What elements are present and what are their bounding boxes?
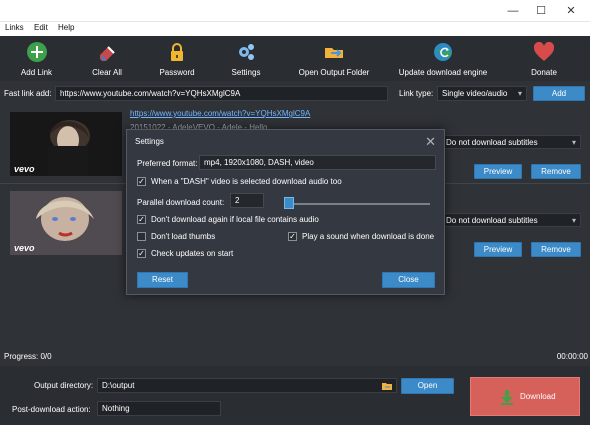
add-link-label: Add Link xyxy=(20,68,53,77)
link-type-select[interactable]: Single video/audio ▾ xyxy=(437,86,527,101)
vevo-logo-text: vevo xyxy=(14,164,35,174)
subtitle-select[interactable]: Do not download subtitles ▾ xyxy=(441,213,581,227)
chevron-down-icon: ▾ xyxy=(571,216,576,225)
maximize-button[interactable]: ☐ xyxy=(533,3,549,19)
eraser-icon xyxy=(100,46,115,62)
preferred-format-field[interactable]: mp4, 1920x1080, DASH, video xyxy=(199,155,436,170)
post-download-action-value: Nothing xyxy=(102,404,130,413)
add-link-button[interactable]: Add Link xyxy=(14,36,59,81)
parallel-download-label: Parallel download count: xyxy=(137,198,225,207)
menu-bar: Links Edit Help xyxy=(0,22,590,36)
download-label: Download xyxy=(520,392,556,401)
fast-link-bar: Fast link add: https://www.youtube.com/w… xyxy=(0,83,590,103)
password-label: Password xyxy=(159,68,195,77)
fast-link-input[interactable]: https://www.youtube.com/watch?v=YQHsXMgl… xyxy=(55,86,388,101)
progress-row: Progress: 0/0 00:00:00 xyxy=(0,350,590,364)
lock-icon xyxy=(171,43,183,61)
reset-button[interactable]: Reset xyxy=(137,272,188,288)
settings-close-icon[interactable]: ✕ xyxy=(425,134,436,150)
output-directory-value: D:\output xyxy=(102,381,135,390)
menu-links[interactable]: Links xyxy=(5,23,24,32)
check-updates-label: Check updates on start xyxy=(151,249,234,258)
parallel-download-slider-track[interactable] xyxy=(285,203,430,205)
close-dialog-button[interactable]: Close xyxy=(382,272,435,288)
bottom-panel: Output directory: D:\output Open Post-do… xyxy=(0,366,590,425)
link-type-value: Single video/audio xyxy=(442,89,508,98)
dont-download-again-checkbox[interactable]: ✓ xyxy=(137,215,146,224)
parallel-download-slider-thumb[interactable] xyxy=(284,197,294,209)
add-link-icon xyxy=(26,42,47,62)
check-updates-checkbox[interactable]: ✓ xyxy=(137,249,146,258)
elapsed-time: 00:00:00 xyxy=(556,352,588,361)
dont-load-thumbs-label: Don't load thumbs xyxy=(151,232,216,241)
subtitle-select[interactable]: Do not download subtitles ▾ xyxy=(441,135,581,149)
chevron-down-icon: ▾ xyxy=(571,138,576,147)
subtitle-select-value: Do not download subtitles xyxy=(446,138,538,147)
settings-button[interactable]: Settings xyxy=(223,36,269,81)
folder-icon xyxy=(325,48,343,58)
title-bar: — ☐ ✕ xyxy=(0,0,590,22)
remove-button[interactable]: Remove xyxy=(531,164,581,179)
subtitle-select-value: Do not download subtitles xyxy=(446,216,538,225)
download-icon xyxy=(501,390,513,405)
fast-link-label: Fast link add: xyxy=(4,89,52,98)
dont-download-again-label: Don't download again if local file conta… xyxy=(151,215,319,224)
chevron-down-icon: ▾ xyxy=(517,89,522,98)
open-output-folder-label: Open Output Folder xyxy=(298,68,370,77)
heart-icon xyxy=(533,41,555,61)
dont-load-thumbs-checkbox[interactable] xyxy=(137,232,146,241)
open-output-button[interactable]: Open xyxy=(401,378,454,394)
menu-edit[interactable]: Edit xyxy=(34,23,48,32)
password-button[interactable]: Password xyxy=(153,36,201,81)
settings-label: Settings xyxy=(231,68,261,77)
post-download-action-label: Post-download action: xyxy=(12,405,91,414)
progress-label: Progress: 0/0 xyxy=(4,352,52,361)
add-button[interactable]: Add xyxy=(533,86,585,101)
settings-dialog: Settings ✕ Preferred format: mp4, 1920x1… xyxy=(126,129,445,295)
vevo-logo-text: vevo xyxy=(14,243,35,253)
clear-all-label: Clear All xyxy=(92,68,122,77)
folder-icon[interactable] xyxy=(381,380,393,391)
update-engine-label: Update download engine xyxy=(398,68,488,77)
dash-audio-label: When a "DASH" video is selected download… xyxy=(151,177,342,186)
gears-icon xyxy=(239,44,254,60)
output-directory-label: Output directory: xyxy=(34,381,94,390)
parallel-download-field[interactable]: 2 xyxy=(230,193,264,208)
close-button[interactable]: ✕ xyxy=(563,3,579,19)
post-download-action-select[interactable]: Nothing xyxy=(97,401,221,416)
play-sound-checkbox[interactable]: ✓ xyxy=(288,232,297,241)
minimize-button[interactable]: — xyxy=(505,3,521,19)
globe-icon xyxy=(434,43,452,61)
open-output-folder-button[interactable]: Open Output Folder xyxy=(295,36,373,81)
link-type-label: Link type: xyxy=(399,89,434,98)
video-url-link[interactable]: https://www.youtube.com/watch?v=YQHsXMgl… xyxy=(130,109,310,118)
preview-button[interactable]: Preview xyxy=(474,242,522,257)
donate-label: Donate xyxy=(531,68,557,77)
remove-button[interactable]: Remove xyxy=(531,242,581,257)
settings-title: Settings xyxy=(135,137,164,146)
donate-button[interactable]: Donate xyxy=(524,36,564,81)
download-button[interactable]: Download xyxy=(470,377,580,416)
menu-help[interactable]: Help xyxy=(58,23,74,32)
play-sound-label: Play a sound when download is done xyxy=(302,232,435,241)
preview-button[interactable]: Preview xyxy=(474,164,522,179)
toolbar: Add Link Clear All Password Settings Ope… xyxy=(0,36,590,81)
dash-audio-checkbox[interactable]: ✓ xyxy=(137,177,146,186)
update-engine-button[interactable]: Update download engine xyxy=(396,36,490,81)
output-directory-input[interactable]: D:\output xyxy=(97,378,397,393)
preferred-format-label: Preferred format: xyxy=(137,159,198,168)
clear-all-button[interactable]: Clear All xyxy=(82,36,132,81)
